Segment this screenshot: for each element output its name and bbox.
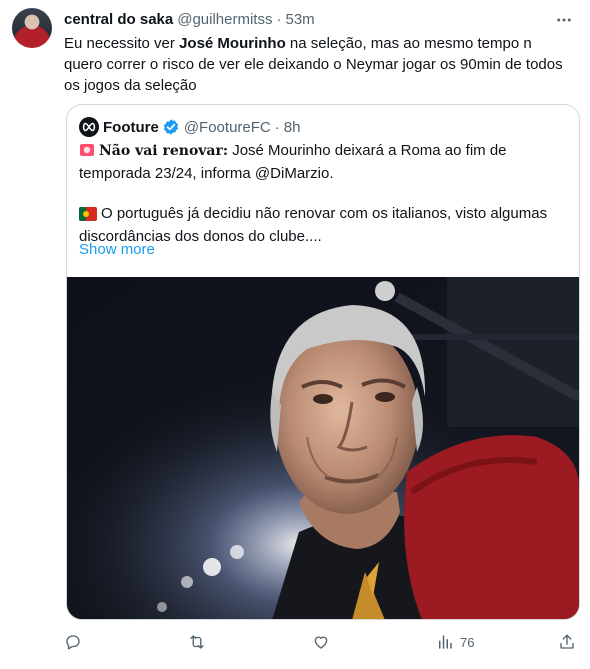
separator-dot: · (276, 11, 282, 28)
quote-header: Footure @FootureFC · 8h (79, 117, 300, 137)
quote-spacer (79, 184, 567, 204)
views-button[interactable]: 76 (436, 628, 474, 656)
views-icon (439, 635, 452, 649)
views-count: 76 (460, 634, 475, 650)
quote-line2: O português já decidiu não renovar com o… (79, 205, 548, 245)
tweet-header: central do saka @guilhermitss · 53m (64, 10, 574, 30)
author-handle[interactable]: @guilhermitss (177, 10, 272, 30)
tweet[interactable]: central do saka @guilhermitss · 53m Eu n… (0, 0, 590, 669)
retweet-icon (190, 635, 204, 649)
infinity-logo-icon (82, 122, 96, 132)
avatar[interactable] (12, 8, 52, 48)
quote-bold-label: Não vai renovar: (99, 143, 229, 159)
quote-text: Não vai renovar: José Mourinho deixará a… (79, 141, 567, 247)
reply-button[interactable] (64, 628, 88, 656)
quote-photo[interactable] (67, 277, 579, 619)
mourinho-photo (67, 277, 579, 619)
reply-icon (66, 635, 80, 650)
share-button[interactable] (558, 628, 576, 656)
tweet-time[interactable]: 53m (285, 10, 314, 30)
more-icon[interactable] (554, 10, 574, 30)
quote-display-name[interactable]: Footure (103, 119, 159, 136)
quote-avatar[interactable] (79, 117, 99, 137)
quote-separator-dot: · (274, 118, 280, 136)
quote-handle[interactable]: @FootureFC (184, 119, 271, 136)
author-display-name[interactable]: central do saka (64, 10, 173, 30)
like-button[interactable] (312, 628, 336, 656)
quoted-tweet[interactable]: Footure @FootureFC · 8h Não vai renovar:… (66, 104, 580, 620)
quote-time[interactable]: 8h (284, 119, 301, 136)
like-icon (314, 636, 328, 649)
siren-emoji (79, 142, 95, 164)
retweet-button[interactable] (188, 628, 212, 656)
verified-icon (162, 118, 180, 136)
tweet-text-part1: Eu necessito ver (64, 35, 180, 52)
quote-paragraph-1: Não vai renovar: José Mourinho deixará a… (79, 141, 567, 184)
tweet-text-bold: José Mourinho (179, 35, 286, 52)
action-bar: 76 (64, 628, 578, 656)
tweet-text: Eu necessito ver José Mourinho na seleçã… (64, 33, 564, 96)
portugal-flag-emoji (79, 207, 97, 227)
share-icon (560, 634, 574, 649)
show-more-link[interactable]: Show more (79, 240, 155, 260)
